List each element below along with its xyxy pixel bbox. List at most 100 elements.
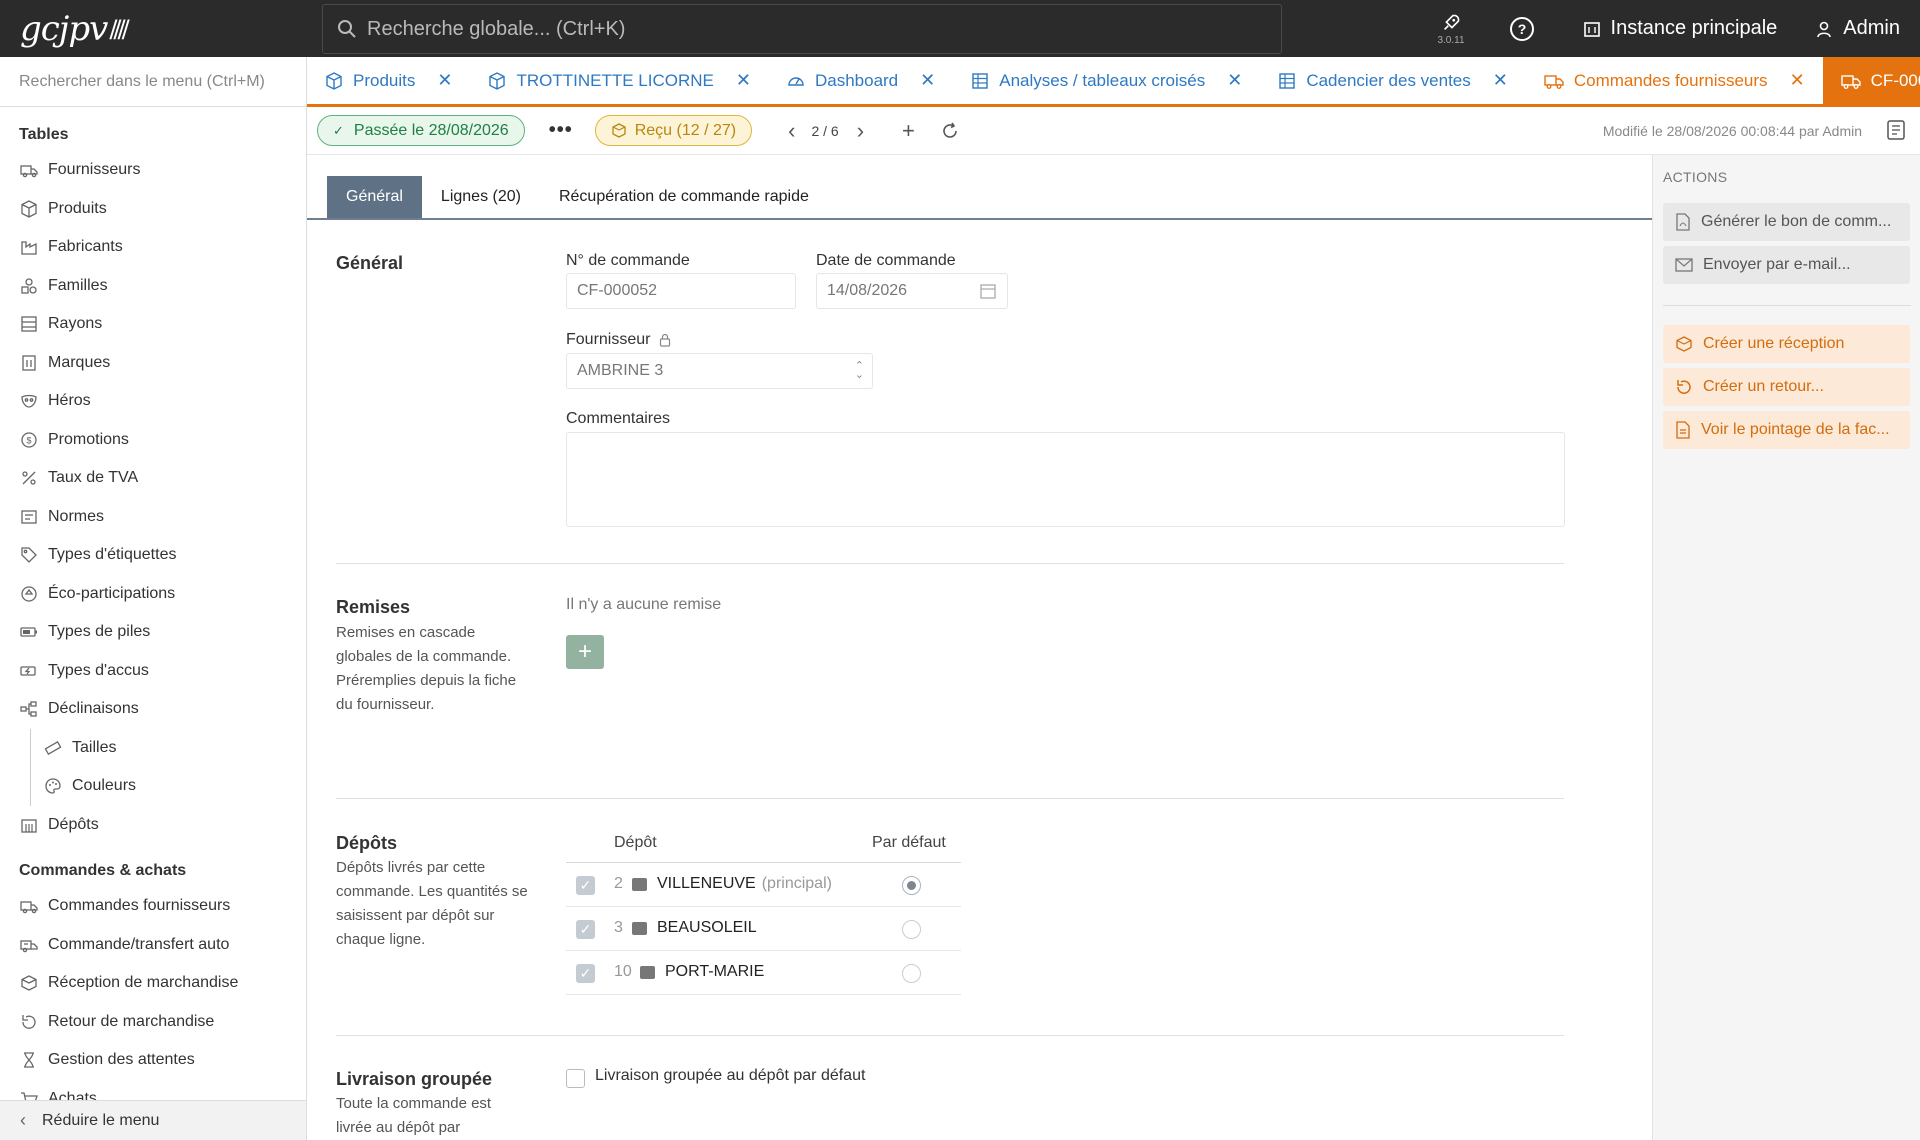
sidebar-item-normes[interactable]: Normes [0,498,306,537]
app-logo[interactable]: gcjpv//// [0,0,322,57]
order-date-field[interactable]: 14/08/2026 [816,273,1008,309]
sidebar-item-declinaisons[interactable]: Déclinaisons [0,690,306,729]
tab-commandes-fournisseurs[interactable]: Commandes fournisseurs ✕ [1526,57,1823,104]
sidebar-item-retour-de-marchandise[interactable]: Retour de marchandise [0,1003,306,1042]
supplier-select[interactable]: AMBRINE 3 ⌃ ⌄ [566,353,873,389]
sidebar-item-gestion-des-attentes[interactable]: Gestion des attentes [0,1041,306,1080]
sidebar-item-produits[interactable]: Produits [0,190,306,229]
generate-order-pdf-button[interactable]: Générer le bon de comm... [1663,203,1910,241]
table-row[interactable]: ✓ 10 PORT-MARIE [566,951,961,995]
close-icon[interactable]: ✕ [1493,70,1508,91]
sidebar-item-depots[interactable]: Dépôts [0,806,306,845]
sidebar-item-familles[interactable]: Familles [0,267,306,306]
next-record-button[interactable]: › [857,118,864,144]
add-remise-button[interactable]: + [566,635,604,669]
order-number-label: N° de commande [566,252,690,269]
promo-icon: $ [21,432,37,448]
sidebar-item-commandes-fournisseurs[interactable]: Commandes fournisseurs [0,887,306,926]
table-row[interactable]: ✓ 3 BEAUSOLEIL [566,907,961,951]
form-tab-general[interactable]: Général [327,176,422,218]
calendar-icon[interactable] [979,282,997,300]
action-label: Voir le pointage de la fac... [1701,421,1890,438]
sidebar-item-reception-de-marchandise[interactable]: Réception de marchandise [0,964,306,1003]
order-date-label: Date de commande [816,252,956,269]
close-icon[interactable]: ✕ [736,70,751,91]
sidebar-item-promotions[interactable]: $ Promotions [0,421,306,460]
refresh-button[interactable] [941,122,959,140]
truck-icon [20,901,38,914]
search-icon [338,20,356,38]
create-return-button[interactable]: Créer un retour... [1663,368,1910,406]
send-email-button[interactable]: Envoyer par e-mail... [1663,246,1910,284]
status-badge[interactable]: ✓ Passée le 28/08/2026 [317,115,525,146]
chevron-left-icon: ‹ [20,1110,26,1130]
hourglass-icon [24,1052,34,1068]
updates-button[interactable]: 3.0.11 [1437,12,1465,46]
sidebar-item-marques[interactable]: Marques [0,344,306,383]
tab-dashboard[interactable]: Dashboard ✕ [769,57,953,104]
sidebar-item-rayons[interactable]: Rayons [0,305,306,344]
invoice-icon [1676,421,1690,439]
default-depot-radio[interactable] [902,964,921,983]
reception-status-badge[interactable]: Reçu (12 / 27) [594,115,753,146]
instance-selector[interactable]: Instance principale [1583,17,1778,40]
view-invoice-check-button[interactable]: Voir le pointage de la fac... [1663,411,1910,449]
tab-cadencier[interactable]: Cadencier des ventes ✕ [1260,57,1526,104]
grouped-delivery-checkbox[interactable] [566,1069,585,1088]
sidebar-item-commande-transfert-auto[interactable]: Commande/transfert auto [0,926,306,965]
document-tabs: Produits ✕ TROTTINETTE LICORNE ✕ Dashboa… [307,57,1920,107]
new-record-button[interactable]: + [902,118,915,144]
help-button[interactable]: ? [1509,16,1545,42]
norm-icon [21,510,37,524]
sidebar-item-tailles[interactable]: Tailles [30,728,306,767]
depots-table: Dépôt Par défaut ✓ 2 VILLENEUVE (principal)… [566,823,961,995]
receive-icon [612,122,626,138]
more-options-icon[interactable]: ••• [549,119,573,142]
history-button[interactable] [1886,119,1906,146]
collapse-menu-button[interactable]: ‹ Réduire le menu [0,1100,306,1140]
close-icon[interactable]: ✕ [437,70,452,91]
tab-cf-000052[interactable]: CF-000052 ✕ [1822,57,1920,104]
form-tab-recuperation[interactable]: Récupération de commande rapide [540,176,828,218]
receive-icon [1676,336,1692,352]
default-depot-radio[interactable] [902,920,921,939]
sidebar-item-fabricants[interactable]: Fabricants [0,228,306,267]
sidebar-item-fournisseurs[interactable]: Fournisseurs [0,151,306,190]
sidebar-item-eco-participations[interactable]: Éco-participations [0,575,306,614]
truck-icon [20,165,38,178]
sidebar-item-types-d-etiquettes[interactable]: Types d'étiquettes [0,536,306,575]
sidebar-item-heros[interactable]: Héros [0,382,306,421]
user-menu[interactable]: Admin [1815,17,1900,40]
depot-checkbox[interactable]: ✓ [576,920,595,939]
box-icon [326,71,342,90]
comments-textarea[interactable] [566,432,1565,527]
depot-checkbox[interactable]: ✓ [576,876,595,895]
truck-icon [1544,74,1564,89]
depot-checkbox[interactable]: ✓ [576,964,595,983]
form-tab-lignes[interactable]: Lignes (20) [422,176,540,218]
previous-record-button[interactable]: ‹ [788,118,795,144]
sidebar-item-label: Déclinaisons [48,700,139,718]
sidebar-item-types-d-accus[interactable]: Types d'accus [0,652,306,691]
sidebar: Tables Fournisseurs Produits Fabricants Fam… [0,107,307,1140]
tab-produits[interactable]: Produits ✕ [307,57,470,104]
warehouse-icon [640,965,655,979]
order-number-field[interactable]: CF-000052 [566,273,796,309]
close-icon[interactable]: ✕ [1790,70,1805,91]
tab-analyses[interactable]: Analyses / tableaux croisés ✕ [953,57,1260,104]
sidebar-item-types-de-piles[interactable]: Types de piles [0,613,306,652]
default-depot-radio[interactable] [902,876,921,895]
tab-trottinette-licorne[interactable]: TROTTINETTE LICORNE ✕ [470,57,769,104]
divider [336,563,1564,564]
form-area: Général Lignes (20) Récupération de comm… [307,155,1652,1140]
sidebar-item-couleurs[interactable]: Couleurs [30,767,306,806]
global-search-input[interactable]: Recherche globale... (Ctrl+K) [322,4,1282,54]
return-icon [22,1014,36,1029]
close-icon[interactable]: ✕ [920,70,935,91]
menu-search-input[interactable]: Rechercher dans le menu (Ctrl+M) [0,57,307,107]
create-reception-button[interactable]: Créer une réception [1663,325,1910,363]
table-row[interactable]: ✓ 2 VILLENEUVE (principal) [566,863,961,907]
close-icon[interactable]: ✕ [1227,70,1242,91]
sidebar-item-taux-de-tva[interactable]: Taux de TVA [0,459,306,498]
instance-label: Instance principale [1610,17,1778,39]
